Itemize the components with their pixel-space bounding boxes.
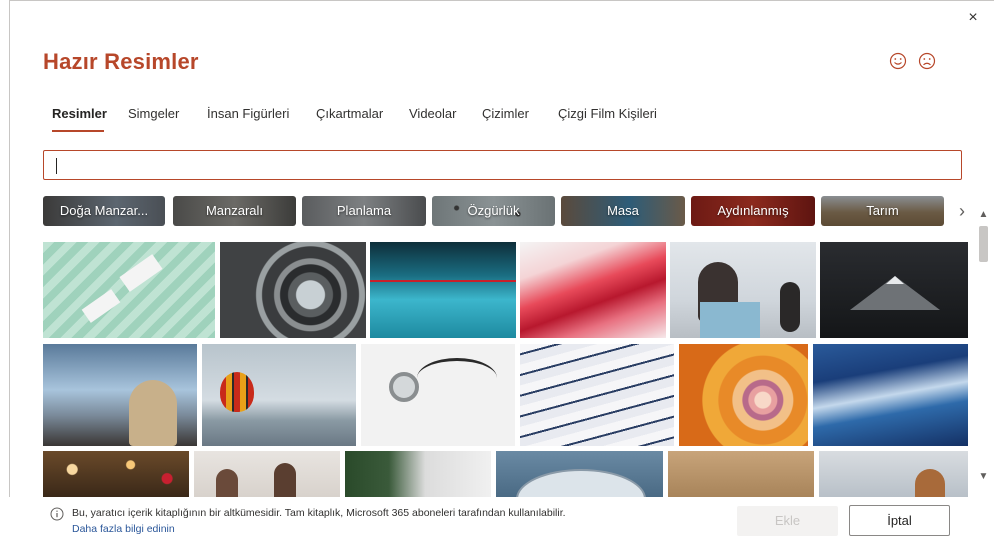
tab-icons[interactable]: Simgeler bbox=[128, 106, 179, 121]
insert-button[interactable]: Ekle bbox=[737, 506, 838, 536]
image-mountain-peak-night[interactable] bbox=[820, 242, 968, 338]
image-nautilus-shell[interactable] bbox=[679, 344, 808, 446]
scroll-down-icon[interactable]: ▼ bbox=[975, 470, 992, 484]
image-office-team-whiteboard[interactable] bbox=[194, 451, 340, 497]
image-car-window-woman[interactable] bbox=[43, 344, 197, 446]
cancel-button[interactable]: İptal bbox=[849, 505, 950, 536]
active-tab-indicator bbox=[52, 130, 104, 132]
image-stopwatch[interactable] bbox=[496, 451, 663, 497]
chip-scenic[interactable]: Manzaralı bbox=[173, 196, 296, 226]
info-icon bbox=[50, 507, 64, 521]
chip-agriculture[interactable]: Tarım bbox=[821, 196, 944, 226]
tab-videos[interactable]: Videolar bbox=[409, 106, 456, 121]
search-box[interactable] bbox=[43, 150, 962, 180]
image-cardboard-boxes[interactable] bbox=[668, 451, 814, 497]
dialog-title: Hazır Resimler bbox=[43, 49, 199, 74]
learn-more-link[interactable]: Daha fazla bilgi edinin bbox=[72, 523, 175, 535]
scrollbar[interactable]: ▲ ▼ bbox=[975, 202, 992, 495]
image-hot-air-balloon[interactable] bbox=[202, 344, 356, 446]
tab-illustrations[interactable]: Çizimler bbox=[482, 106, 529, 121]
image-photographer-camera-lens[interactable] bbox=[220, 242, 366, 338]
chip-planning[interactable]: Planlama bbox=[302, 196, 426, 226]
image-person-hat-sky[interactable] bbox=[819, 451, 968, 497]
image-red-paper-curves[interactable] bbox=[520, 242, 666, 338]
chip-desk[interactable]: Masa bbox=[561, 196, 685, 226]
image-abstract-blue-lines[interactable] bbox=[520, 344, 674, 446]
image-bokeh-lights[interactable] bbox=[43, 451, 189, 497]
chip-nature[interactable]: Doğa Manzar... bbox=[43, 196, 165, 226]
frown-face-icon[interactable] bbox=[918, 52, 936, 70]
image-red-wire-water-drops[interactable] bbox=[370, 242, 516, 338]
tab-images[interactable]: Resimler bbox=[52, 106, 107, 121]
text-caret bbox=[56, 158, 57, 174]
chip-freedom[interactable]: Özgürlük bbox=[432, 196, 555, 226]
close-button[interactable]: × bbox=[962, 7, 984, 29]
image-blue-feather[interactable] bbox=[813, 344, 968, 446]
smiley-face-icon[interactable] bbox=[889, 52, 907, 70]
image-stethoscope[interactable] bbox=[361, 344, 515, 446]
info-message: Bu, yaratıcı içerik kitaplığının bir alt… bbox=[72, 507, 566, 519]
chevron-right-icon[interactable]: › bbox=[955, 199, 969, 223]
image-grid bbox=[43, 242, 968, 497]
search-input[interactable] bbox=[44, 151, 961, 179]
tab-stickers[interactable]: Çıkartmalar bbox=[316, 106, 383, 121]
scrollbar-thumb[interactable] bbox=[979, 226, 988, 262]
tab-cutout-people[interactable]: İnsan Figürleri bbox=[207, 106, 289, 121]
chip-illuminated[interactable]: Aydınlanmış bbox=[691, 196, 815, 226]
image-classroom-children[interactable] bbox=[670, 242, 816, 338]
image-office-desks-aerial[interactable] bbox=[43, 242, 215, 338]
image-woman-window-plants[interactable] bbox=[345, 451, 491, 497]
scroll-up-icon[interactable]: ▲ bbox=[975, 208, 992, 222]
dialog-footer bbox=[0, 497, 994, 545]
tab-cartoon-people[interactable]: Çizgi Film Kişileri bbox=[558, 106, 657, 121]
